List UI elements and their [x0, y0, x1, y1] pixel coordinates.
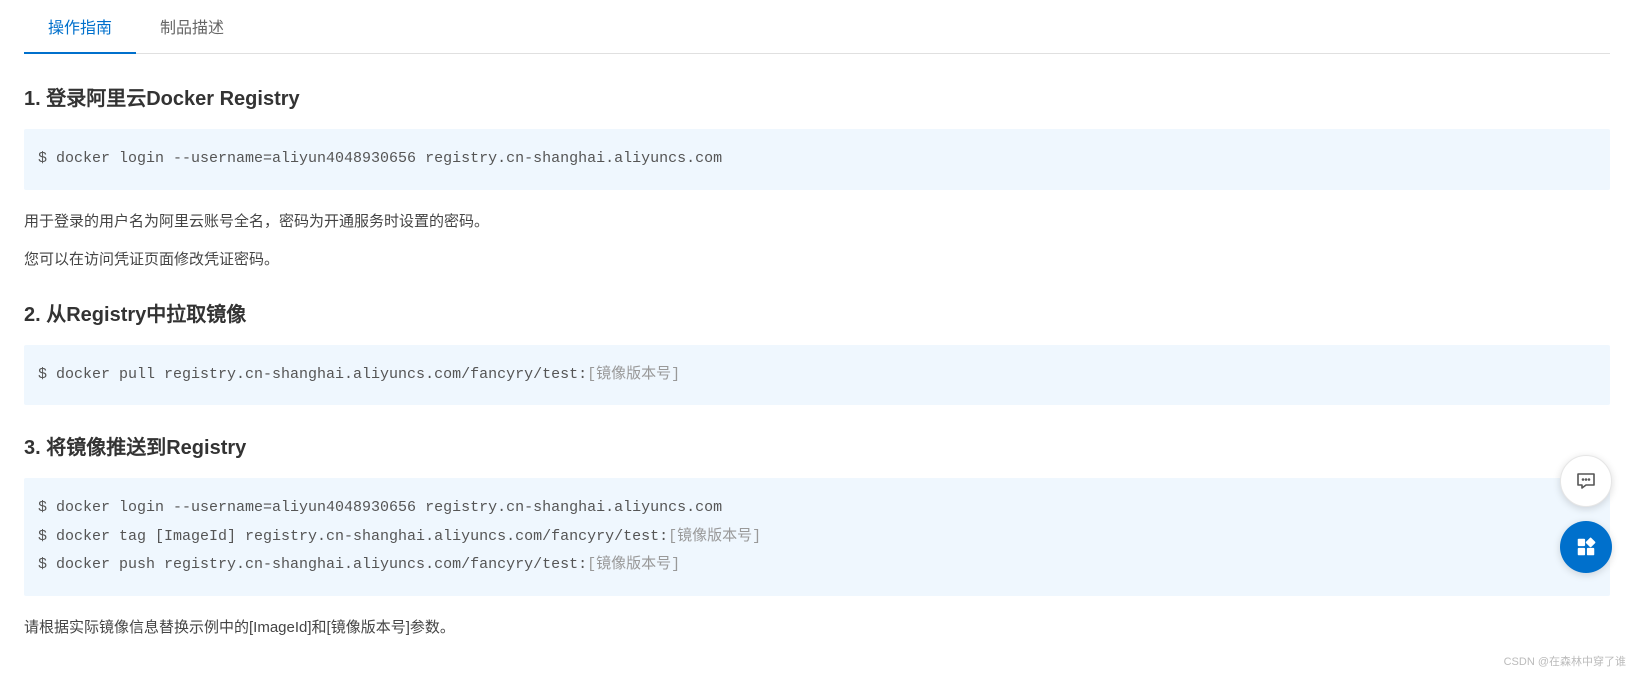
section2-code-line: $ docker pull registry.cn-shanghai.aliyu… [38, 361, 1596, 390]
section1-desc2: 您可以在访问凭证页面修改凭证密码。 [24, 248, 1610, 272]
section1-desc1: 用于登录的用户名为阿里云账号全名，密码为开通服务时设置的密码。 [24, 210, 1610, 234]
section3-code-line1: $ docker login --username=aliyun40489306… [38, 494, 1596, 523]
tab-description[interactable]: 制品描述 [136, 0, 248, 54]
section3-code-line3: $ docker push registry.cn-shanghai.aliyu… [38, 551, 1596, 580]
chat-button[interactable] [1560, 455, 1612, 507]
placeholder-text: [镜像版本号] [668, 528, 761, 545]
tabs-container: 操作指南 制品描述 [24, 0, 1610, 54]
section3-heading: 3. 将镜像推送到Registry [24, 431, 1610, 460]
floating-buttons [1560, 455, 1612, 573]
section3-desc: 请根据实际镜像信息替换示例中的[ImageId]和[镜像版本号]参数。 [24, 616, 1610, 640]
section3-code[interactable]: $ docker login --username=aliyun40489306… [24, 478, 1610, 596]
chat-icon [1574, 469, 1598, 493]
section1-code[interactable]: $ docker login --username=aliyun40489306… [24, 129, 1610, 190]
placeholder-text: [镜像版本号] [587, 556, 680, 573]
section2-heading: 2. 从Registry中拉取镜像 [24, 298, 1610, 327]
tab-guide[interactable]: 操作指南 [24, 0, 136, 54]
section2-code[interactable]: $ docker pull registry.cn-shanghai.aliyu… [24, 345, 1610, 406]
section3-code-line2: $ docker tag [ImageId] registry.cn-shang… [38, 523, 1596, 552]
watermark: CSDN @在森林中穿了谁 [1504, 653, 1626, 669]
section1-heading: 1. 登录阿里云Docker Registry [24, 82, 1610, 111]
apps-button[interactable] [1560, 521, 1612, 573]
apps-icon [1575, 536, 1597, 558]
placeholder-text: [镜像版本号] [587, 366, 680, 383]
section1-code-line: $ docker login --username=aliyun40489306… [38, 145, 1596, 174]
